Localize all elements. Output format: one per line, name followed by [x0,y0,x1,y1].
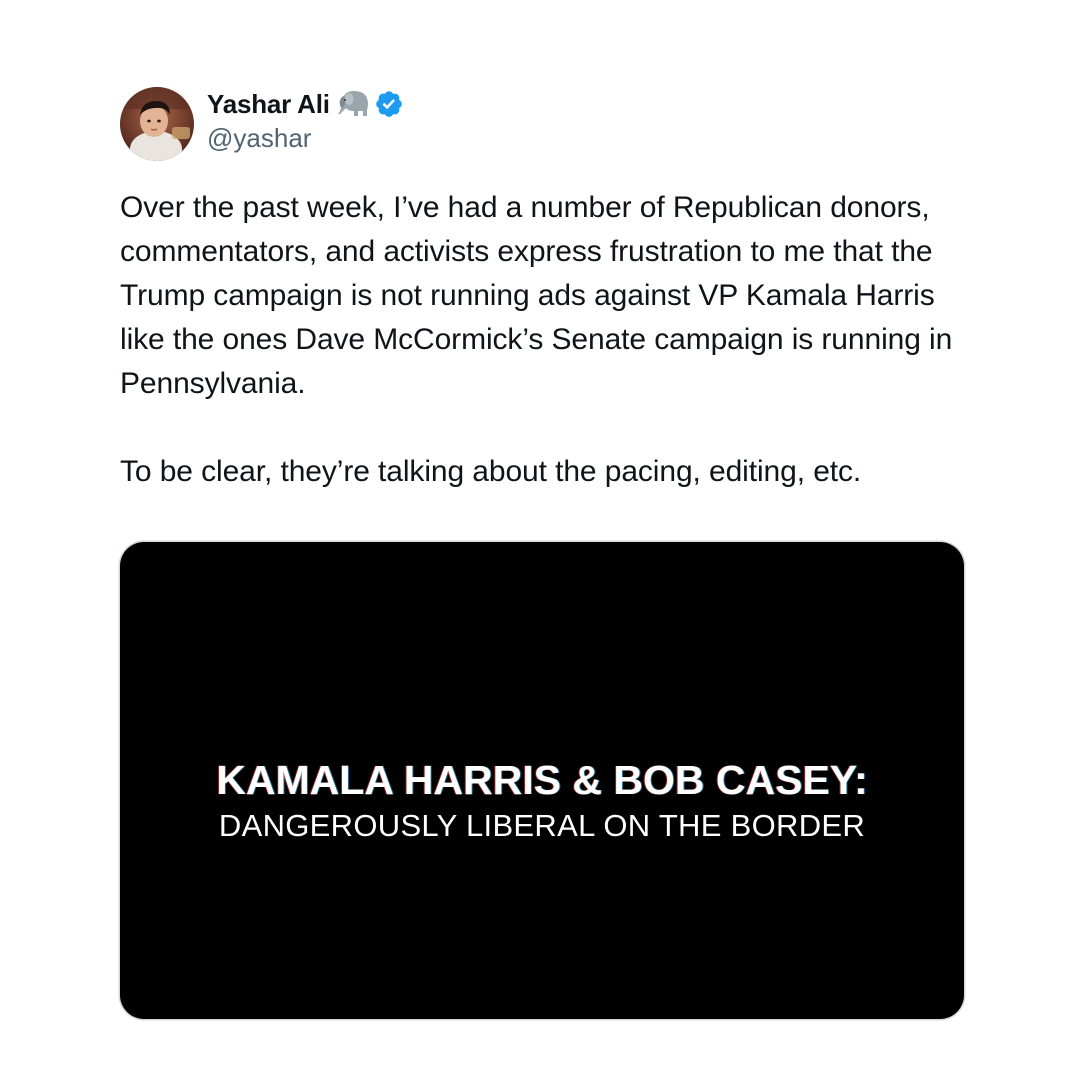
video-media[interactable]: KAMALA HARRIS & BOB CASEY: DANGEROUSLY L… [120,542,964,1019]
tweet-card: Yashar Ali @yashar Over the past week, I… [0,0,1080,1080]
tweet-paragraph: To be clear, they’re talking about the p… [120,455,862,488]
media-headline: KAMALA HARRIS & BOB CASEY: [216,757,868,803]
tweet-header: Yashar Ali @yashar [120,86,404,162]
tweet-paragraph: Over the past week, I’ve had a number of… [120,191,953,400]
tweet-body: Over the past week, I’ve had a number of… [120,186,980,494]
display-name[interactable]: Yashar Ali [207,89,330,120]
user-handle[interactable]: @yashar [207,123,404,154]
media-subline: DANGEROUSLY LIBERAL ON THE BORDER [218,808,866,843]
author-identity: Yashar Ali @yashar [207,86,404,154]
elephant-icon [336,90,370,118]
avatar-photo [120,87,194,161]
avatar[interactable] [120,87,194,161]
name-row: Yashar Ali [207,86,404,122]
verified-badge-icon [374,89,404,119]
